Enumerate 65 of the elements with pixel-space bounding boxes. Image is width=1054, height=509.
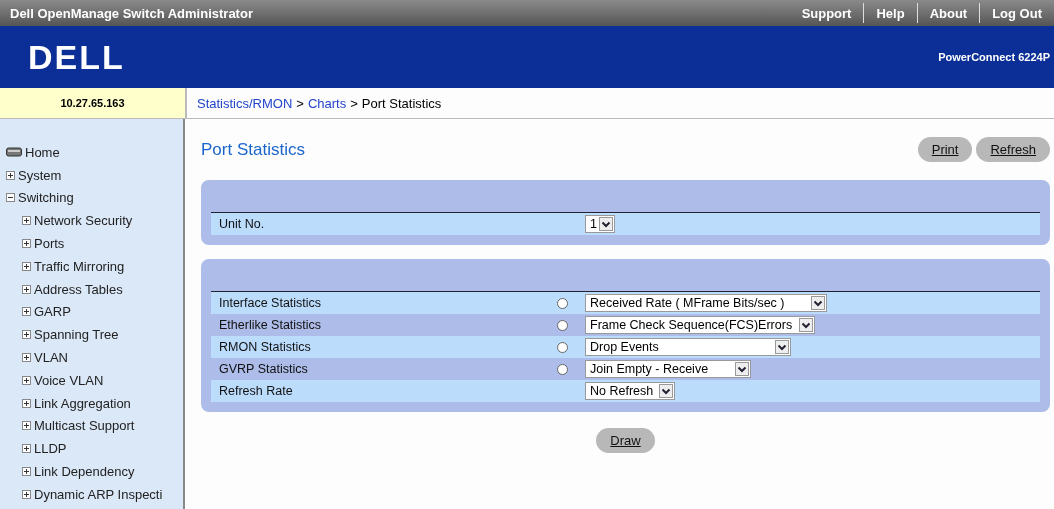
breadcrumb-separator: > (350, 95, 358, 111)
header-link[interactable]: About (917, 5, 980, 21)
sidebar-item[interactable]: LLDP (34, 441, 67, 457)
breadcrumb-current: Port Statistics (361, 95, 442, 111)
header-button[interactable]: Refresh (976, 137, 1050, 162)
sidebar-item[interactable]: Ports (34, 236, 65, 252)
sidebar-item[interactable]: Spanning Tree (34, 327, 119, 343)
sidebar-item[interactable]: GARP (34, 304, 71, 320)
page-title: Port Statistics (201, 139, 305, 160)
unit-dropdown[interactable]: 1 (585, 215, 615, 233)
radio-button[interactable] (556, 363, 568, 375)
sidebar-item[interactable]: Switching (18, 190, 74, 206)
field-label: Etherlike Statistics (218, 318, 323, 332)
app-title: Dell OpenManage Switch Administrator (10, 5, 253, 21)
dell-logo: DELL (28, 37, 125, 77)
model-name: PowerConnect 6224P (938, 51, 1050, 63)
radio-button[interactable] (556, 341, 568, 353)
statistic-dropdown[interactable]: No Refresh (585, 382, 675, 400)
radio-button[interactable] (556, 319, 568, 331)
sidebar-item[interactable]: Voice VLAN (34, 372, 104, 388)
statistic-dropdown[interactable]: Received Rate ( MFrame Bits/sec ) (585, 294, 827, 312)
expand-icon[interactable] (22, 375, 31, 385)
sidebar-item[interactable]: Link Dependency (34, 464, 135, 480)
expand-icon[interactable] (22, 261, 31, 271)
header-link[interactable]: Log Out (980, 5, 1054, 21)
field-label: Refresh Rate (218, 384, 294, 398)
field-label: Unit No. (218, 217, 266, 231)
field-label: RMON Statistics (218, 340, 312, 354)
sidebar-item[interactable]: Link Aggregation (34, 395, 131, 411)
field-label: Interface Statistics (218, 296, 323, 310)
expand-icon[interactable] (22, 330, 31, 340)
ip-address: 10.27.65.163 (0, 88, 187, 118)
draw-button[interactable]: Draw (596, 428, 655, 453)
sidebar-item[interactable]: Multicast Support (34, 418, 135, 434)
collapse-icon[interactable] (6, 193, 15, 203)
header-button[interactable]: Print (917, 137, 973, 162)
expand-icon[interactable] (22, 444, 31, 454)
expand-icon[interactable] (22, 489, 31, 499)
breadcrumb-link[interactable]: Statistics/RMON (197, 95, 293, 111)
expand-icon[interactable] (22, 239, 31, 249)
breadcrumb-link[interactable]: Charts (307, 95, 347, 111)
expand-icon[interactable] (22, 307, 31, 317)
statistic-dropdown[interactable]: Drop Events (585, 338, 791, 356)
expand-icon[interactable] (6, 170, 15, 180)
header-link[interactable]: Help (864, 5, 917, 21)
expand-icon[interactable] (22, 353, 31, 363)
expand-icon[interactable] (22, 284, 31, 294)
sidebar-item[interactable]: Dynamic ARP Inspecti (34, 486, 163, 502)
expand-icon[interactable] (22, 216, 31, 226)
expand-icon[interactable] (22, 398, 31, 408)
sidebar-item[interactable]: Network Security (34, 213, 133, 229)
home-drive-icon (6, 147, 22, 158)
field-label: GVRP Statistics (218, 362, 309, 376)
statistic-dropdown[interactable]: Frame Check Sequence(FCS)Errors (585, 316, 815, 334)
expand-icon[interactable] (22, 421, 31, 431)
sidebar-item[interactable]: Traffic Mirroring (34, 258, 125, 274)
header-link[interactable]: Support (789, 5, 864, 21)
sidebar-item[interactable]: System (18, 167, 62, 183)
sidebar-item[interactable]: Home (25, 144, 60, 160)
sidebar-item[interactable]: VLAN (34, 350, 68, 366)
statistic-dropdown[interactable]: Join Empty - Receive (585, 360, 751, 378)
sidebar-item[interactable]: Address Tables (34, 281, 123, 297)
breadcrumb-separator: > (296, 95, 304, 111)
radio-button[interactable] (556, 297, 568, 309)
expand-icon[interactable] (22, 467, 31, 477)
